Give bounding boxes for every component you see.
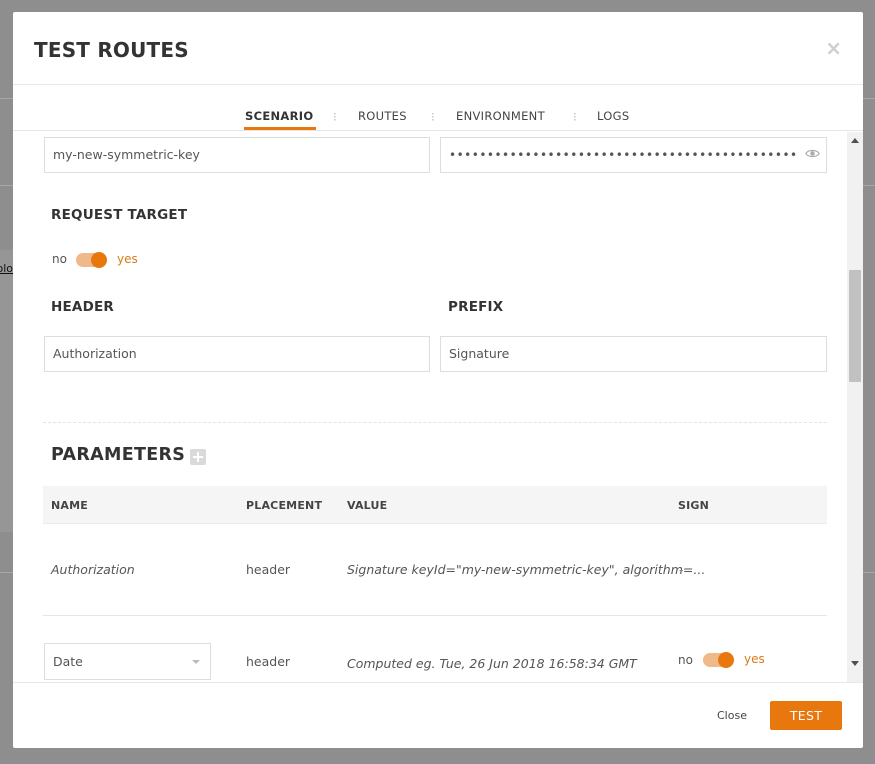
tab-routes[interactable]: ROUTES	[358, 109, 407, 123]
bg-link[interactable]: olo	[0, 262, 13, 275]
bg-divider	[861, 98, 875, 99]
tab-bar: SCENARIO ⁝ ROUTES ⁝ ENVIRONMENT ⁝ LOGS	[13, 85, 863, 131]
request-target-toggle[interactable]	[76, 252, 107, 268]
section-divider	[43, 422, 827, 423]
bg-divider	[0, 572, 14, 573]
parameters-table-header: NAME PLACEMENT VALUE SIGN	[43, 486, 827, 524]
column-header-value: VALUE	[347, 499, 388, 512]
tab-environment[interactable]: ENVIRONMENT	[456, 109, 545, 123]
request-target-label: REQUEST TARGET	[51, 207, 188, 223]
add-parameter-icon[interactable]	[190, 449, 206, 465]
vertical-scrollbar[interactable]	[847, 132, 863, 682]
tab-separator: ⁝	[431, 110, 435, 124]
request-target-no-label: no	[52, 252, 67, 266]
toggle-knob	[718, 652, 734, 668]
modal-footer: Close TEST	[13, 682, 863, 748]
header-label: HEADER	[51, 299, 114, 315]
eye-icon[interactable]	[805, 148, 820, 159]
row-divider	[43, 615, 827, 616]
modal-title: TEST ROUTES	[34, 38, 189, 62]
parameters-title: PARAMETERS	[51, 445, 186, 465]
bg-divider	[0, 185, 14, 186]
tab-separator: ⁝	[333, 110, 337, 124]
sign-yes-label: yes	[744, 652, 765, 666]
bg-divider	[861, 572, 875, 573]
column-header-placement: PLACEMENT	[246, 499, 323, 512]
scroll-thumb[interactable]	[849, 270, 861, 382]
secret-input[interactable]: ••••••••••••••••••••••••••••••••••••••••…	[440, 137, 827, 173]
request-target-yes-label: yes	[117, 252, 138, 266]
param-name-select[interactable]: Date	[44, 643, 211, 680]
toggle-knob	[91, 252, 107, 268]
tab-logs[interactable]: LOGS	[597, 109, 629, 123]
active-tab-indicator	[244, 127, 316, 130]
key-id-input[interactable]: my-new-symmetric-key	[44, 137, 430, 173]
prefix-label: PREFIX	[448, 299, 504, 315]
param-value: Signature keyId="my-new-symmetric-key", …	[347, 562, 706, 577]
bg-divider	[0, 98, 14, 99]
param-name-selected: Date	[53, 654, 83, 669]
close-button[interactable]: Close	[717, 709, 747, 722]
scenario-content[interactable]: my-new-symmetric-key •••••••••••••••••••…	[13, 132, 863, 682]
test-button[interactable]: TEST	[770, 701, 842, 730]
sign-no-label: no	[678, 653, 693, 667]
secret-masked-value: ••••••••••••••••••••••••••••••••••••••••…	[449, 148, 798, 162]
prefix-input[interactable]: Signature	[440, 336, 827, 372]
chevron-down-icon	[192, 660, 200, 664]
scroll-up-arrow[interactable]	[851, 138, 859, 143]
close-icon[interactable]: ×	[825, 36, 842, 60]
header-input[interactable]: Authorization	[44, 336, 430, 372]
param-value: Computed eg. Tue, 26 Jun 2018 16:58:34 G…	[347, 656, 637, 671]
tab-separator: ⁝	[573, 110, 577, 124]
param-name: Authorization	[51, 562, 135, 577]
scroll-down-arrow[interactable]	[851, 661, 859, 666]
column-header-name: NAME	[51, 499, 88, 512]
modal-header: TEST ROUTES ×	[13, 12, 863, 85]
param-placement: header	[246, 654, 291, 669]
sign-toggle[interactable]	[703, 652, 734, 668]
param-sign: -	[679, 562, 684, 577]
tab-scenario[interactable]: SCENARIO	[245, 109, 313, 123]
test-routes-modal: TEST ROUTES × SCENARIO ⁝ ROUTES ⁝ ENVIRO…	[13, 12, 863, 748]
param-placement: header	[246, 562, 291, 577]
bg-divider	[861, 185, 875, 186]
bg-panel	[0, 250, 14, 532]
column-header-sign: SIGN	[678, 499, 710, 512]
